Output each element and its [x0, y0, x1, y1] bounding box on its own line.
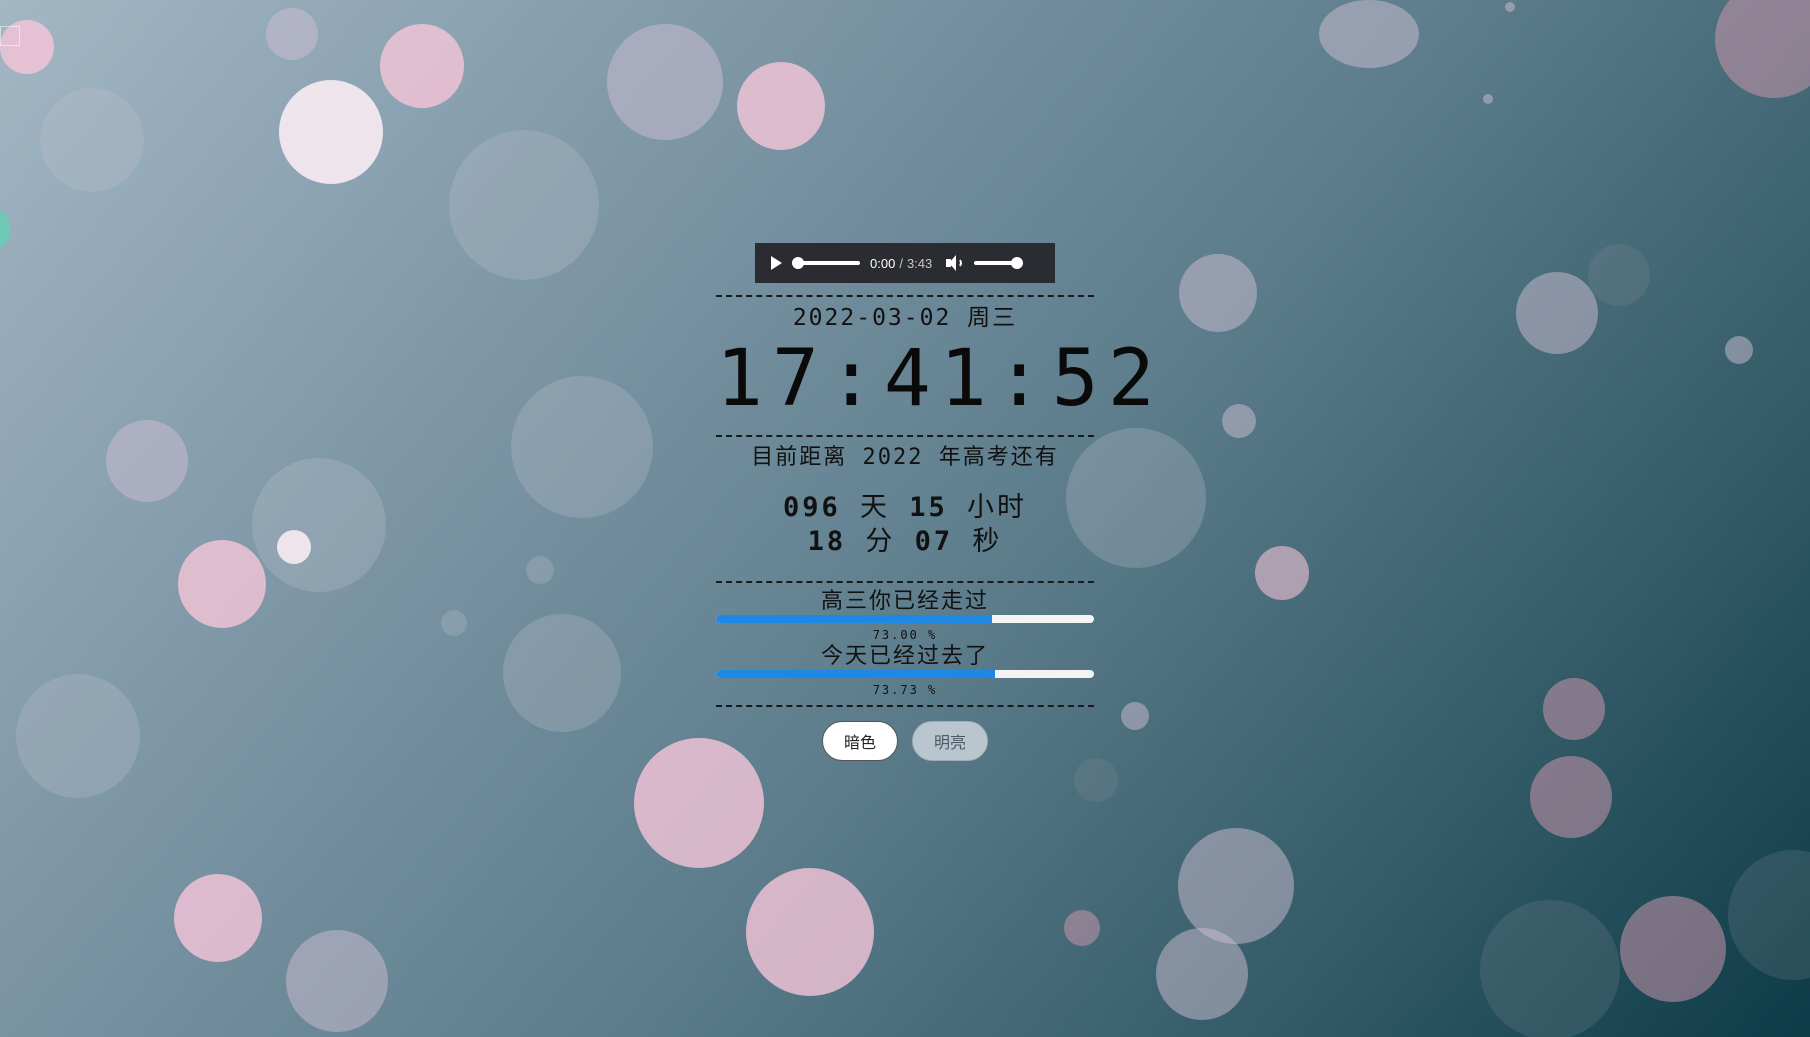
day-progress: 今天已经过去了 73.73 %: [716, 644, 1094, 699]
countdown-seconds-unit: 秒: [972, 526, 1003, 557]
bokeh-circle: [1074, 758, 1118, 802]
bokeh-circle: [1715, 0, 1810, 98]
bokeh-circle: [1588, 244, 1650, 306]
countdown-hours: 15: [909, 492, 948, 523]
countdown-days: 096: [782, 492, 841, 523]
day-progress-label: 今天已经过去了: [820, 644, 989, 669]
bokeh-circle: [449, 130, 599, 280]
bokeh-circle: [1728, 850, 1810, 980]
countdown-minutes-unit: 分: [865, 526, 896, 557]
bokeh-circle: [252, 458, 386, 592]
dark-theme-button[interactable]: 暗色: [822, 721, 898, 761]
bokeh-circle: [279, 80, 383, 184]
bokeh-circle: [1121, 702, 1149, 730]
countdown-line-2: 18 分 07 秒: [716, 525, 1094, 559]
bokeh-circle: [737, 62, 825, 150]
countdown-minutes: 18: [807, 526, 847, 557]
countdown-hours-unit: 小时: [967, 492, 1028, 523]
bokeh-circle: [16, 674, 140, 798]
day-progress-bar: [716, 670, 1094, 678]
date-label: 2022-03-02 周三: [792, 305, 1018, 331]
bokeh-circle: [607, 24, 723, 140]
bokeh-circle: [441, 610, 467, 636]
countdown: 096 天 15 小时 18 分 07 秒: [716, 491, 1094, 559]
bokeh-circle: [380, 24, 464, 108]
theme-buttons: 暗色 明亮: [716, 721, 1094, 761]
countdown-line-1: 096 天 15 小时: [716, 491, 1094, 525]
audio-player[interactable]: 0:00 / 3:43: [755, 243, 1055, 283]
bokeh-circle: [746, 868, 874, 996]
bokeh-circle: [1255, 546, 1309, 600]
volume-slider[interactable]: [974, 257, 1024, 269]
bokeh-circle: [277, 530, 311, 564]
bokeh-circle: [106, 420, 188, 502]
bokeh-circle: [503, 614, 621, 732]
clock: 17:41:52: [716, 334, 1164, 424]
play-icon[interactable]: [771, 256, 782, 270]
divider: [716, 435, 1094, 437]
divider: [716, 581, 1094, 583]
divider: [716, 295, 1094, 297]
bokeh-circle: [1516, 272, 1598, 354]
year-progress-fill: [716, 615, 992, 623]
divider: [716, 705, 1094, 707]
volume-icon[interactable]: [946, 255, 964, 271]
bokeh-circle: [1725, 336, 1753, 364]
light-theme-button[interactable]: 明亮: [912, 721, 988, 761]
bokeh-circle: [1179, 254, 1257, 332]
day-progress-percent: 73.73 %: [872, 683, 938, 697]
year-progress-percent: 73.00 %: [872, 628, 938, 642]
bokeh-circle: [1222, 404, 1256, 438]
volume-knob[interactable]: [1011, 257, 1024, 269]
year-progress-bar: [716, 615, 1094, 623]
bokeh-circle: [1483, 94, 1493, 104]
bokeh-circle: [1319, 0, 1419, 68]
bokeh-circle: [1178, 828, 1294, 944]
year-progress: 高三你已经走过 73.00 %: [716, 589, 1094, 644]
year-progress-label: 高三你已经走过: [820, 589, 989, 614]
bokeh-circle: [286, 930, 388, 1032]
bokeh-circle: [1156, 928, 1248, 1020]
bokeh-circle: [526, 556, 554, 584]
countdown-seconds: 07: [914, 526, 954, 557]
bokeh-circle: [1530, 756, 1612, 838]
bokeh-circle: [511, 376, 653, 518]
duration: 3:43: [906, 255, 933, 271]
bokeh-circle: [266, 8, 318, 60]
day-progress-fill: [716, 670, 995, 678]
bokeh-circle: [178, 540, 266, 628]
countdown-panel: 0:00 / 3:43 2022-03-02 周三 17:41:52 目前距离 …: [716, 243, 1164, 761]
bokeh-circle: [1064, 910, 1100, 946]
bokeh-circle: [1480, 900, 1620, 1037]
bokeh-circle: [174, 874, 262, 962]
time-separator: /: [899, 255, 903, 271]
bokeh-circle: [1543, 678, 1605, 740]
countdown-days-unit: 天: [860, 492, 890, 523]
seek-bar[interactable]: [792, 257, 860, 269]
bokeh-circle: [1620, 896, 1726, 1002]
bokeh-circle: [1505, 2, 1515, 12]
current-time: 0:00: [870, 255, 896, 271]
exam-countdown-label: 目前距离 2022 年高考还有: [751, 445, 1059, 470]
bokeh-circle: [40, 88, 144, 192]
seek-knob[interactable]: [792, 257, 804, 269]
corner-mark: [0, 26, 20, 46]
